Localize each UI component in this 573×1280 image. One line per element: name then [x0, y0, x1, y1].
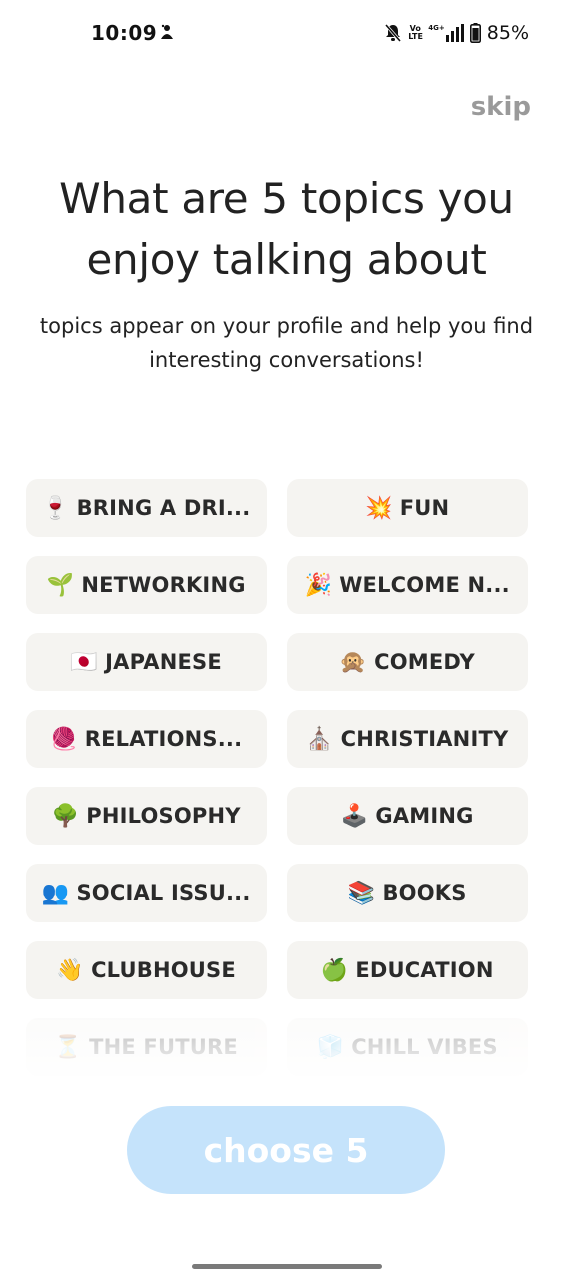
- topic-label: THE FUTURE: [89, 1035, 238, 1059]
- topic-chip[interactable]: 🌱 NETWORKING: [26, 556, 267, 614]
- topic-chip[interactable]: 👥 SOCIAL ISSU...: [26, 864, 267, 922]
- party-popper-icon: 🎉: [304, 572, 332, 598]
- topic-label: RELATIONS...: [84, 727, 243, 751]
- page-subtitle: topics appear on your profile and help y…: [39, 314, 534, 372]
- status-bar: 10:09 Vo LTE 4G+ 85%: [0, 0, 573, 66]
- topic-chip[interactable]: 💥 FUN: [287, 479, 528, 537]
- church-icon: ⛪: [305, 726, 334, 752]
- books-icon: 📚: [347, 880, 376, 906]
- skip-link[interactable]: skip: [471, 92, 531, 122]
- speak-no-evil-monkey-icon: 🙊: [339, 649, 367, 675]
- battery-icon: [469, 23, 481, 43]
- ice-cube-icon: 🧊: [316, 1034, 344, 1060]
- wine-glass-icon: 🍷: [41, 495, 70, 521]
- waving-hand-icon: 👋: [56, 957, 84, 983]
- notification-app-icon: [161, 24, 173, 39]
- status-icons: Vo LTE 4G+ 85%: [384, 21, 529, 45]
- topic-chip[interactable]: ⏳ THE FUTURE: [26, 1018, 267, 1076]
- japan-flag-icon: 🇯🇵: [70, 649, 98, 675]
- topic-label: SOCIAL ISSU...: [76, 881, 251, 905]
- yarn-icon: 🧶: [50, 726, 78, 752]
- home-indicator[interactable]: [192, 1264, 382, 1269]
- topic-chip[interactable]: 🧶 RELATIONS...: [26, 710, 267, 768]
- topic-chip[interactable]: 🎉 WELCOME N...: [287, 556, 528, 614]
- page-title: What are 5 topics you enjoy talking abou…: [59, 174, 514, 284]
- topic-chip[interactable]: 🌳 PHILOSOPHY: [26, 787, 267, 845]
- green-apple-icon: 🍏: [320, 957, 349, 983]
- volte-icon: Vo LTE: [408, 24, 423, 41]
- joystick-icon: 🕹️: [340, 803, 369, 829]
- people-icon: 👥: [41, 880, 70, 906]
- battery-percent: 85%: [486, 22, 529, 44]
- signal-icon: [445, 24, 464, 42]
- topic-chip[interactable]: 🍏 EDUCATION: [287, 941, 528, 999]
- topic-picker-screen: 10:09 Vo LTE 4G+ 85% skip What are 5 top…: [0, 0, 573, 1280]
- collision-icon: 💥: [365, 495, 393, 521]
- tree-icon: 🌳: [51, 803, 79, 829]
- topic-label: EDUCATION: [355, 958, 494, 982]
- network-type-label: 4G+: [428, 24, 445, 32]
- topic-label: BRING A DRI...: [76, 496, 251, 520]
- topic-label: CHILL VIBES: [351, 1035, 498, 1059]
- bell-muted-icon: [385, 24, 402, 42]
- topic-label: CLUBHOUSE: [91, 958, 236, 982]
- seedling-icon: 🌱: [46, 572, 75, 598]
- topic-chip[interactable]: 🍷 BRING A DRI...: [26, 479, 267, 537]
- topic-chip[interactable]: 🧊 CHILL VIBES: [287, 1018, 528, 1076]
- topic-label: CHRISTIANITY: [340, 727, 509, 751]
- topic-chip[interactable]: 📚 BOOKS: [287, 864, 528, 922]
- topic-label: COMEDY: [374, 650, 475, 674]
- hourglass-icon: ⏳: [54, 1034, 82, 1060]
- topic-chip[interactable]: ⛪ CHRISTIANITY: [287, 710, 528, 768]
- topic-chip[interactable]: 🙊 COMEDY: [287, 633, 528, 691]
- topic-chip[interactable]: 🇯🇵 JAPANESE: [26, 633, 267, 691]
- topic-chip[interactable]: 👋 CLUBHOUSE: [26, 941, 267, 999]
- status-time: 10:09: [91, 21, 158, 45]
- topic-label: BOOKS: [382, 881, 467, 905]
- topic-label: WELCOME N...: [339, 573, 510, 597]
- topics-grid: 🍷 BRING A DRI... 💥 FUN 🌱 NETWORKING 🎉 WELCOM…: [26, 479, 529, 1076]
- topic-label: FUN: [399, 496, 450, 520]
- topic-label: NETWORKING: [81, 573, 246, 597]
- topic-label: PHILOSOPHY: [86, 804, 241, 828]
- topic-label: JAPANESE: [105, 650, 222, 674]
- choose-button[interactable]: choose 5: [127, 1106, 445, 1194]
- topic-label: GAMING: [375, 804, 474, 828]
- topic-chip[interactable]: 🕹️ GAMING: [287, 787, 528, 845]
